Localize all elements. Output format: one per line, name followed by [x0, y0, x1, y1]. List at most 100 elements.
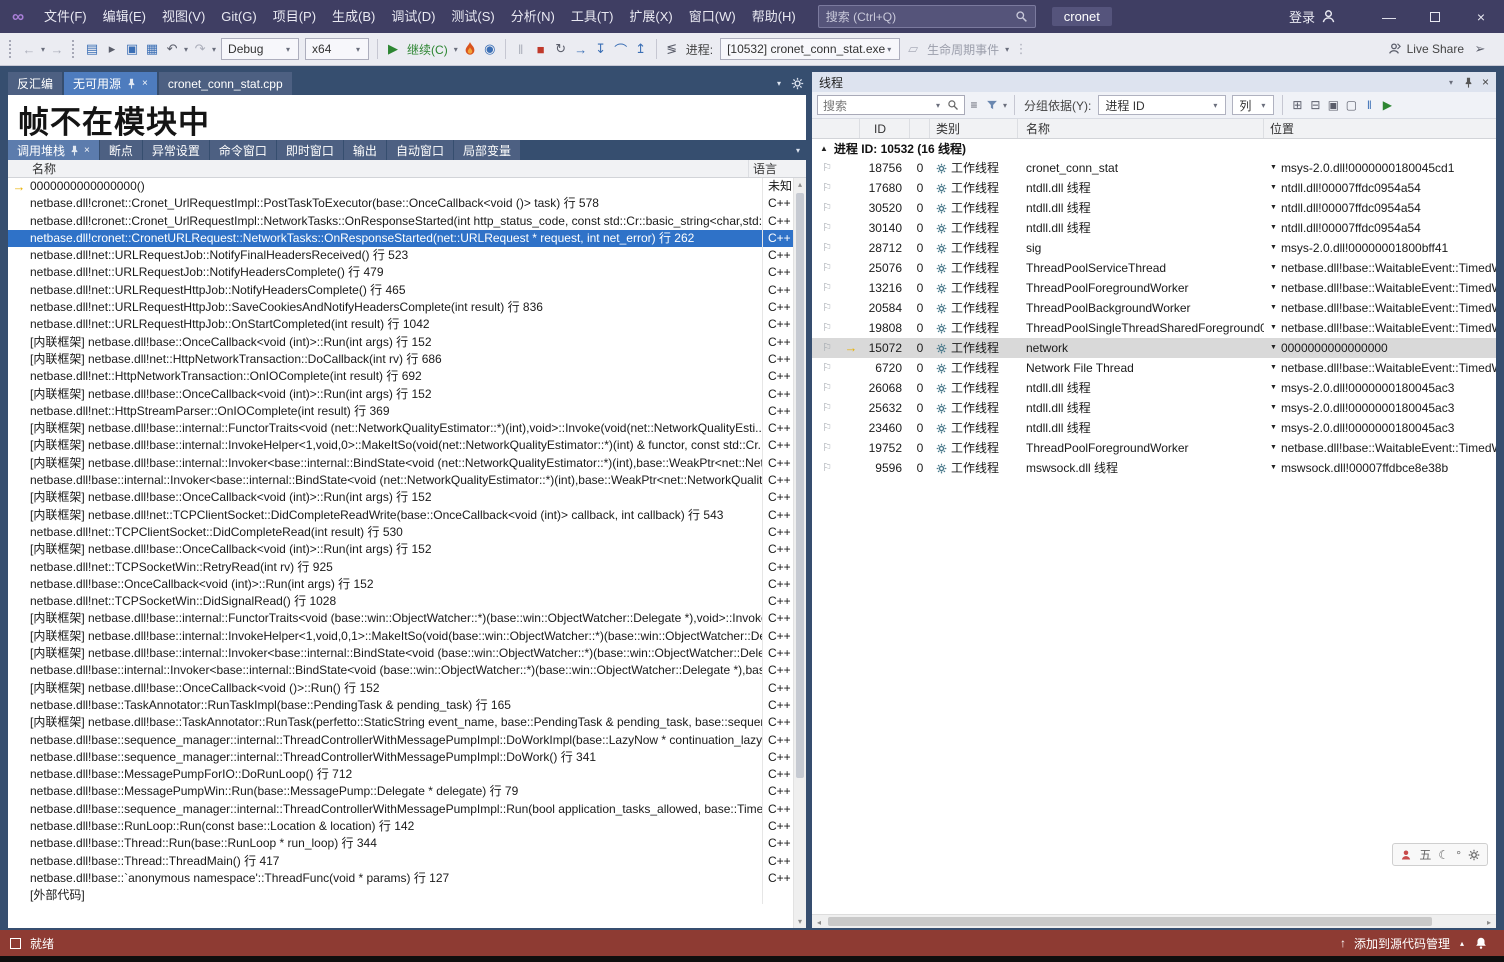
menu-item[interactable]: 编辑(E) [95, 0, 154, 33]
callstack-row[interactable]: → [内联框架] netbase.dll!base::internal::Fun… [8, 420, 806, 437]
thread-flag-icon[interactable]: ⚐ [812, 278, 842, 298]
process-select[interactable]: [10532] cronet_conn_stat.exe▾ [720, 38, 900, 60]
callstack-row[interactable]: → netbase.dll!base::Thread::Run(base::Ru… [8, 835, 806, 852]
pin-icon[interactable] [70, 145, 79, 156]
thread-row[interactable]: ⚐ → 26068 0 工作线程 ntdll.dll 线程 ▼ msys-2.0… [812, 378, 1496, 398]
callstack-row[interactable]: → 0000000000000000() 未知 [8, 178, 806, 195]
show-next-statement-icon[interactable]: → [571, 38, 591, 60]
thread-row[interactable]: ⚐ → 30520 0 工作线程 ntdll.dll 线程 ▼ ntdll.dl… [812, 198, 1496, 218]
thread-location[interactable]: ▼ netbase.dll!base::WaitableEvent::Timed… [1264, 278, 1496, 298]
solution-name-button[interactable]: cronet [1052, 7, 1112, 26]
pin-icon[interactable] [1464, 77, 1473, 88]
scroll-up-icon[interactable]: ▴ [794, 178, 806, 191]
thread-location[interactable]: ▼ netbase.dll!base::WaitableEvent::Timed… [1264, 298, 1496, 318]
continue-icon[interactable]: ▶ [383, 38, 403, 60]
thread-flag-icon[interactable]: ⚐ [812, 438, 842, 458]
collapse-group-icon[interactable]: ▲ [820, 144, 828, 153]
background-tasks-icon[interactable] [10, 938, 21, 949]
callstack-row[interactable]: → netbase.dll!cronet::Cronet_UrlRequestI… [8, 213, 806, 230]
thread-row[interactable]: ⚐ → 19752 0 工作线程 ThreadPoolForegroundWor… [812, 438, 1496, 458]
callstack-row[interactable]: → netbase.dll!net::TCPSocketWin::RetryRe… [8, 559, 806, 576]
thread-flag-icon[interactable]: ⚐ [812, 338, 842, 358]
tool-window-tab[interactable]: 命令窗口 × [210, 140, 276, 160]
callstack-row[interactable]: → netbase.dll!net::URLRequestHttpJob::No… [8, 282, 806, 299]
thread-row[interactable]: ⚐ → 25076 0 工作线程 ThreadPoolServiceThread… [812, 258, 1496, 278]
scrollbar-thumb[interactable] [828, 917, 1432, 926]
callstack-row[interactable]: → netbase.dll!base::internal::Invoker<ba… [8, 662, 806, 679]
document-tab[interactable]: 无可用源 × [64, 72, 157, 95]
thread-location[interactable]: ▼ netbase.dll!base::WaitableEvent::Timed… [1264, 438, 1496, 458]
threads-horizontal-scrollbar[interactable]: ◂ ▸ [812, 914, 1496, 928]
scroll-left-icon[interactable]: ◂ [812, 915, 826, 929]
callstack-row[interactable]: → [内联框架] netbase.dll!base::internal::Inv… [8, 628, 806, 645]
callstack-row[interactable]: → [内联框架] netbase.dll!net::HttpNetworkTra… [8, 351, 806, 368]
callstack-row[interactable]: → [内联框架] netbase.dll!base::internal::Inv… [8, 645, 806, 662]
active-files-chevron-icon[interactable]: ▾ [777, 79, 781, 88]
stop-debugging-icon[interactable]: ■ [531, 38, 551, 60]
filter-funnel-icon[interactable] [983, 95, 1001, 115]
callstack-row[interactable]: → netbase.dll!cronet::Cronet_UrlRequestI… [8, 195, 806, 212]
pin-icon[interactable] [127, 78, 136, 89]
sign-in-button[interactable]: 登录 [1289, 7, 1336, 26]
thread-row[interactable]: ⚐ → 30140 0 工作线程 ntdll.dll 线程 ▼ ntdll.dl… [812, 218, 1496, 238]
solution-platform-select[interactable]: x64▾ [305, 38, 369, 60]
undo-icon[interactable]: ↶ [162, 38, 182, 60]
column-header-name[interactable]: 名称 [1018, 119, 1264, 138]
expand-location-icon[interactable]: ▼ [1270, 438, 1277, 458]
thread-row[interactable]: ⚐ → 17680 0 工作线程 ntdll.dll 线程 ▼ ntdll.dl… [812, 178, 1496, 198]
screenshot-icon[interactable]: ◉ [480, 38, 500, 60]
thread-flag-icon[interactable]: ⚐ [812, 418, 842, 438]
thread-row[interactable]: ⚐ → 13216 0 工作线程 ThreadPoolForegroundWor… [812, 278, 1496, 298]
filter-caret-icon[interactable]: ▾ [1003, 101, 1007, 110]
close-tab-icon[interactable]: × [142, 78, 148, 89]
flag-column-header[interactable] [812, 119, 842, 138]
thread-location[interactable]: ▼ 0000000000000000 [1264, 338, 1496, 358]
open-file-icon[interactable]: ▸ [102, 38, 122, 60]
thread-location[interactable]: ▼ msys-2.0.dll!00000001800bff41 [1264, 238, 1496, 258]
callstack-row[interactable]: → netbase.dll!net::TCPClientSocket::DidC… [8, 524, 806, 541]
thread-location[interactable]: ▼ msys-2.0.dll!0000000180045ac3 [1264, 398, 1496, 418]
callstack-row[interactable]: → netbase.dll!base::RunLoop::Run(const b… [8, 818, 806, 835]
gear-icon[interactable] [791, 77, 804, 90]
thread-row[interactable]: ⚐ → 18756 0 工作线程 cronet_conn_stat ▼ msys… [812, 158, 1496, 178]
expand-location-icon[interactable]: ▼ [1270, 198, 1277, 218]
menu-item[interactable]: 视图(V) [154, 0, 213, 33]
columns-select[interactable]: 列▾ [1232, 95, 1274, 115]
tool-window-tab[interactable]: 断点 × [100, 140, 142, 160]
active-column-header[interactable] [842, 119, 860, 138]
callstack-row[interactable]: → netbase.dll!base::TaskAnnotator::RunTa… [8, 697, 806, 714]
thread-location[interactable]: ▼ mswsock.dll!00007ffdbce8e38b [1264, 458, 1496, 478]
editor-area[interactable]: 帧不在模块中 [8, 95, 806, 140]
menu-item[interactable]: 分析(N) [503, 0, 563, 33]
thread-flag-icon[interactable]: ⚐ [812, 358, 842, 378]
callstack-row[interactable]: → [内联框架] netbase.dll!base::internal::Fun… [8, 610, 806, 627]
thread-row[interactable]: ⚐ → 20584 0 工作线程 ThreadPoolBackgroundWor… [812, 298, 1496, 318]
step-out-icon[interactable]: ↥ [631, 38, 651, 60]
pause-icon[interactable]: ‖ [511, 38, 531, 60]
document-tab[interactable]: cronet_conn_stat.cpp × [159, 72, 292, 95]
collapse-all-icon[interactable]: ⊟ [1306, 95, 1324, 115]
menu-item[interactable]: 测试(S) [443, 0, 502, 33]
expand-location-icon[interactable]: ▼ [1270, 398, 1277, 418]
continue-caret-icon[interactable]: ▾ [454, 45, 458, 54]
toolbar-grip[interactable] [72, 40, 77, 58]
menu-item[interactable]: 文件(F) [36, 0, 95, 33]
expand-location-icon[interactable]: ▼ [1270, 278, 1277, 298]
toolbar-grip[interactable] [9, 40, 14, 58]
hot-reload-flame-icon[interactable] [460, 38, 480, 60]
thread-flag-icon[interactable]: ⚐ [812, 398, 842, 418]
thread-flag-icon[interactable]: ⚐ [812, 298, 842, 318]
callstack-row[interactable]: → netbase.dll!base::MessagePumpWin::Run(… [8, 783, 806, 800]
punctuation-icon[interactable]: ° [1456, 848, 1461, 862]
thread-row[interactable]: ⚐ → 15072 0 工作线程 network ▼ 0000000000000… [812, 338, 1496, 358]
thread-location[interactable]: ▼ msys-2.0.dll!0000000180045ac3 [1264, 418, 1496, 438]
lifecycle-events-icon[interactable]: ▱ [903, 38, 923, 60]
callstack-row[interactable]: → netbase.dll!net::URLRequestJob::Notify… [8, 247, 806, 264]
navigate-forward-icon[interactable]: → [47, 38, 67, 60]
column-header-category[interactable]: 类别 [930, 119, 1018, 138]
live-share-label[interactable]: Live Share [1407, 42, 1464, 56]
callstack-row[interactable]: → netbase.dll!net::TCPSocketWin::DidSign… [8, 593, 806, 610]
callstack-row[interactable]: → [内联框架] netbase.dll!net::TCPClientSocke… [8, 507, 806, 524]
tool-window-tab[interactable]: 输出 × [344, 140, 386, 160]
expand-location-icon[interactable]: ▼ [1270, 238, 1277, 258]
